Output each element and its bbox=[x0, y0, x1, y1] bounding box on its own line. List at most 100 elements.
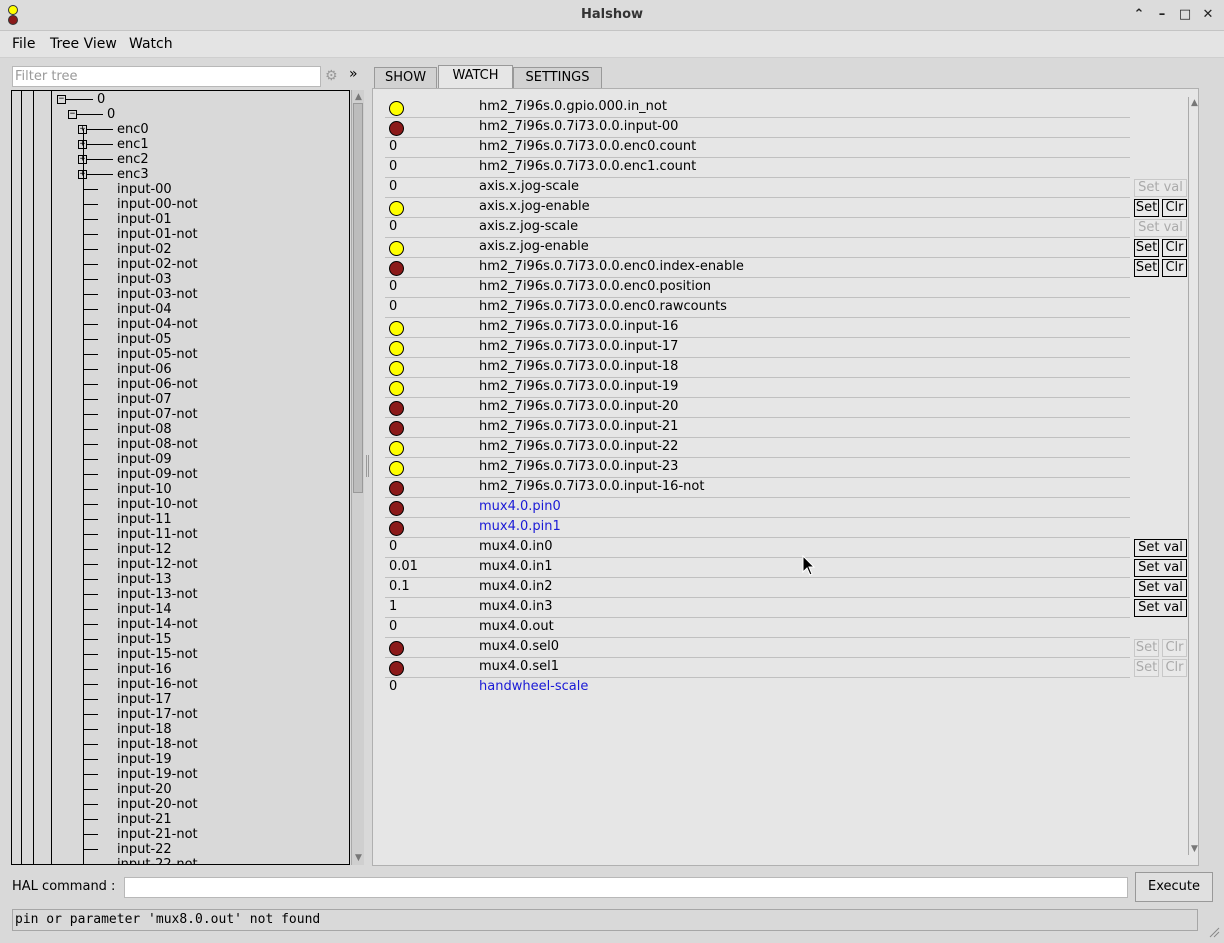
tree-item[interactable]: input-06-not bbox=[117, 377, 198, 392]
watch-signal-name[interactable]: mux4.0.pin1 bbox=[479, 519, 561, 534]
hal-tree[interactable]: −0−0+enc0+enc1+enc2+enc3input-00input-00… bbox=[11, 90, 350, 865]
watch-pin-name[interactable]: hm2_7i96s.0.7i73.0.0.enc0.position bbox=[479, 279, 711, 294]
set-value-button[interactable]: Set val bbox=[1134, 559, 1187, 577]
watch-pin-name[interactable]: axis.x.jog-scale bbox=[479, 179, 579, 194]
tree-item[interactable]: enc0 bbox=[117, 122, 149, 137]
scroll-up-arrow-icon[interactable]: ▲ bbox=[352, 91, 365, 103]
watch-pin-name[interactable]: hm2_7i96s.0.7i73.0.0.input-16 bbox=[479, 319, 678, 334]
tree-item[interactable]: input-13-not bbox=[117, 587, 198, 602]
tree-item[interactable]: input-11-not bbox=[117, 527, 198, 542]
hal-command-input[interactable] bbox=[124, 877, 1128, 898]
pane-splitter-handle[interactable] bbox=[366, 455, 369, 477]
watch-signal-name[interactable]: handwheel-scale bbox=[479, 679, 588, 694]
tree-item[interactable]: input-20 bbox=[117, 782, 172, 797]
set-pin-button[interactable]: Set bbox=[1134, 199, 1159, 217]
gear-icon[interactable]: ⚙ bbox=[325, 68, 338, 84]
watch-pin-name[interactable]: mux4.0.in0 bbox=[479, 539, 553, 554]
clear-pin-button[interactable]: Clr bbox=[1162, 659, 1187, 677]
set-pin-button[interactable]: Set bbox=[1134, 239, 1159, 257]
scroll-down-arrow-icon[interactable]: ▼ bbox=[1189, 843, 1198, 855]
tree-item[interactable]: input-07-not bbox=[117, 407, 198, 422]
tree-item[interactable]: input-22 bbox=[117, 842, 172, 857]
tree-item[interactable]: input-07 bbox=[117, 392, 172, 407]
clear-pin-button[interactable]: Clr bbox=[1162, 259, 1187, 277]
tree-item[interactable]: input-18-not bbox=[117, 737, 198, 752]
minimize-window-icon[interactable]: – bbox=[1153, 6, 1171, 24]
watch-pin-name[interactable]: mux4.0.out bbox=[479, 619, 554, 634]
tree-item[interactable]: input-08-not bbox=[117, 437, 198, 452]
watch-pin-name[interactable]: mux4.0.in3 bbox=[479, 599, 553, 614]
menu-watch[interactable]: Watch bbox=[129, 36, 173, 52]
tree-item[interactable]: 0 bbox=[97, 92, 105, 107]
tree-item[interactable]: input-04-not bbox=[117, 317, 198, 332]
scroll-up-arrow-icon[interactable]: ▲ bbox=[1189, 97, 1198, 109]
tree-item[interactable]: input-03-not bbox=[117, 287, 198, 302]
tree-item[interactable]: input-21 bbox=[117, 812, 172, 827]
tree-item[interactable]: input-21-not bbox=[117, 827, 198, 842]
tree-item[interactable]: input-14 bbox=[117, 602, 172, 617]
watch-pin-name[interactable]: hm2_7i96s.0.7i73.0.0.input-00 bbox=[479, 119, 678, 134]
set-pin-button[interactable]: Set bbox=[1134, 659, 1159, 677]
tree-item[interactable]: input-02 bbox=[117, 242, 172, 257]
tree-item[interactable]: input-02-not bbox=[117, 257, 198, 272]
set-value-button[interactable]: Set val bbox=[1134, 599, 1187, 617]
tab-settings[interactable]: SETTINGS bbox=[513, 67, 602, 88]
set-pin-button[interactable]: Set bbox=[1134, 259, 1159, 277]
tree-item[interactable]: input-10-not bbox=[117, 497, 198, 512]
watch-pin-name[interactable]: hm2_7i96s.0.7i73.0.0.input-23 bbox=[479, 459, 678, 474]
watch-pin-name[interactable]: hm2_7i96s.0.gpio.000.in_not bbox=[479, 99, 667, 114]
watch-pin-name[interactable]: hm2_7i96s.0.7i73.0.0.enc1.count bbox=[479, 159, 696, 174]
clear-pin-button[interactable]: Clr bbox=[1162, 239, 1187, 257]
watch-pin-name[interactable]: hm2_7i96s.0.7i73.0.0.enc0.rawcounts bbox=[479, 299, 727, 314]
watch-pin-name[interactable]: mux4.0.sel0 bbox=[479, 639, 559, 654]
collapse-node-icon[interactable]: − bbox=[68, 110, 77, 119]
close-window-icon[interactable]: ✕ bbox=[1199, 6, 1217, 24]
tree-item[interactable]: input-19-not bbox=[117, 767, 198, 782]
tree-item[interactable]: input-18 bbox=[117, 722, 172, 737]
clear-pin-button[interactable]: Clr bbox=[1162, 199, 1187, 217]
set-value-button[interactable]: Set val bbox=[1134, 539, 1187, 557]
menu-file[interactable]: File bbox=[12, 36, 35, 52]
menu-tree-view[interactable]: Tree View bbox=[50, 36, 117, 52]
watch-pin-name[interactable]: axis.z.jog-scale bbox=[479, 219, 578, 234]
tree-item[interactable]: enc1 bbox=[117, 137, 149, 152]
watch-pin-name[interactable]: hm2_7i96s.0.7i73.0.0.input-19 bbox=[479, 379, 678, 394]
tree-item[interactable]: input-05-not bbox=[117, 347, 198, 362]
tree-item[interactable]: input-12-not bbox=[117, 557, 198, 572]
set-value-button[interactable]: Set val bbox=[1134, 579, 1187, 597]
tree-item[interactable]: input-11 bbox=[117, 512, 172, 527]
watch-pin-name[interactable]: mux4.0.in1 bbox=[479, 559, 553, 574]
filter-tree-input[interactable] bbox=[12, 66, 321, 87]
tree-item[interactable]: input-03 bbox=[117, 272, 172, 287]
resize-grip-icon[interactable] bbox=[1208, 926, 1220, 938]
watch-pin-name[interactable]: hm2_7i96s.0.7i73.0.0.input-16-not bbox=[479, 479, 704, 494]
watch-pin-name[interactable]: axis.z.jog-enable bbox=[479, 239, 589, 254]
watch-signal-name[interactable]: mux4.0.pin0 bbox=[479, 499, 561, 514]
watch-pin-name[interactable]: mux4.0.sel1 bbox=[479, 659, 559, 674]
watch-pin-name[interactable]: hm2_7i96s.0.7i73.0.0.enc0.count bbox=[479, 139, 696, 154]
tab-watch[interactable]: WATCH bbox=[438, 65, 513, 88]
set-pin-button[interactable]: Set bbox=[1134, 639, 1159, 657]
tree-item[interactable]: input-01-not bbox=[117, 227, 198, 242]
tree-item[interactable]: input-04 bbox=[117, 302, 172, 317]
tree-item[interactable]: input-19 bbox=[117, 752, 172, 767]
scroll-down-arrow-icon[interactable]: ▼ bbox=[352, 852, 365, 864]
tree-item[interactable]: input-12 bbox=[117, 542, 172, 557]
watch-pin-name[interactable]: hm2_7i96s.0.7i73.0.0.input-20 bbox=[479, 399, 678, 414]
tree-item[interactable]: input-14-not bbox=[117, 617, 198, 632]
tree-item[interactable]: input-09 bbox=[117, 452, 172, 467]
tree-item[interactable]: input-06 bbox=[117, 362, 172, 377]
tree-item[interactable]: input-13 bbox=[117, 572, 172, 587]
collapse-node-icon[interactable]: − bbox=[57, 95, 66, 104]
tree-item[interactable]: input-10 bbox=[117, 482, 172, 497]
execute-button[interactable]: Execute bbox=[1135, 872, 1213, 902]
tree-item[interactable]: input-00-not bbox=[117, 197, 198, 212]
watch-pin-name[interactable]: axis.x.jog-enable bbox=[479, 199, 590, 214]
tab-show[interactable]: SHOW bbox=[374, 67, 437, 88]
watch-pin-name[interactable]: hm2_7i96s.0.7i73.0.0.input-22 bbox=[479, 439, 678, 454]
tree-item[interactable]: input-16-not bbox=[117, 677, 198, 692]
watch-pin-name[interactable]: hm2_7i96s.0.7i73.0.0.input-18 bbox=[479, 359, 678, 374]
tree-item[interactable]: input-20-not bbox=[117, 797, 198, 812]
expand-more-button[interactable]: » bbox=[349, 66, 358, 82]
clear-pin-button[interactable]: Clr bbox=[1162, 639, 1187, 657]
